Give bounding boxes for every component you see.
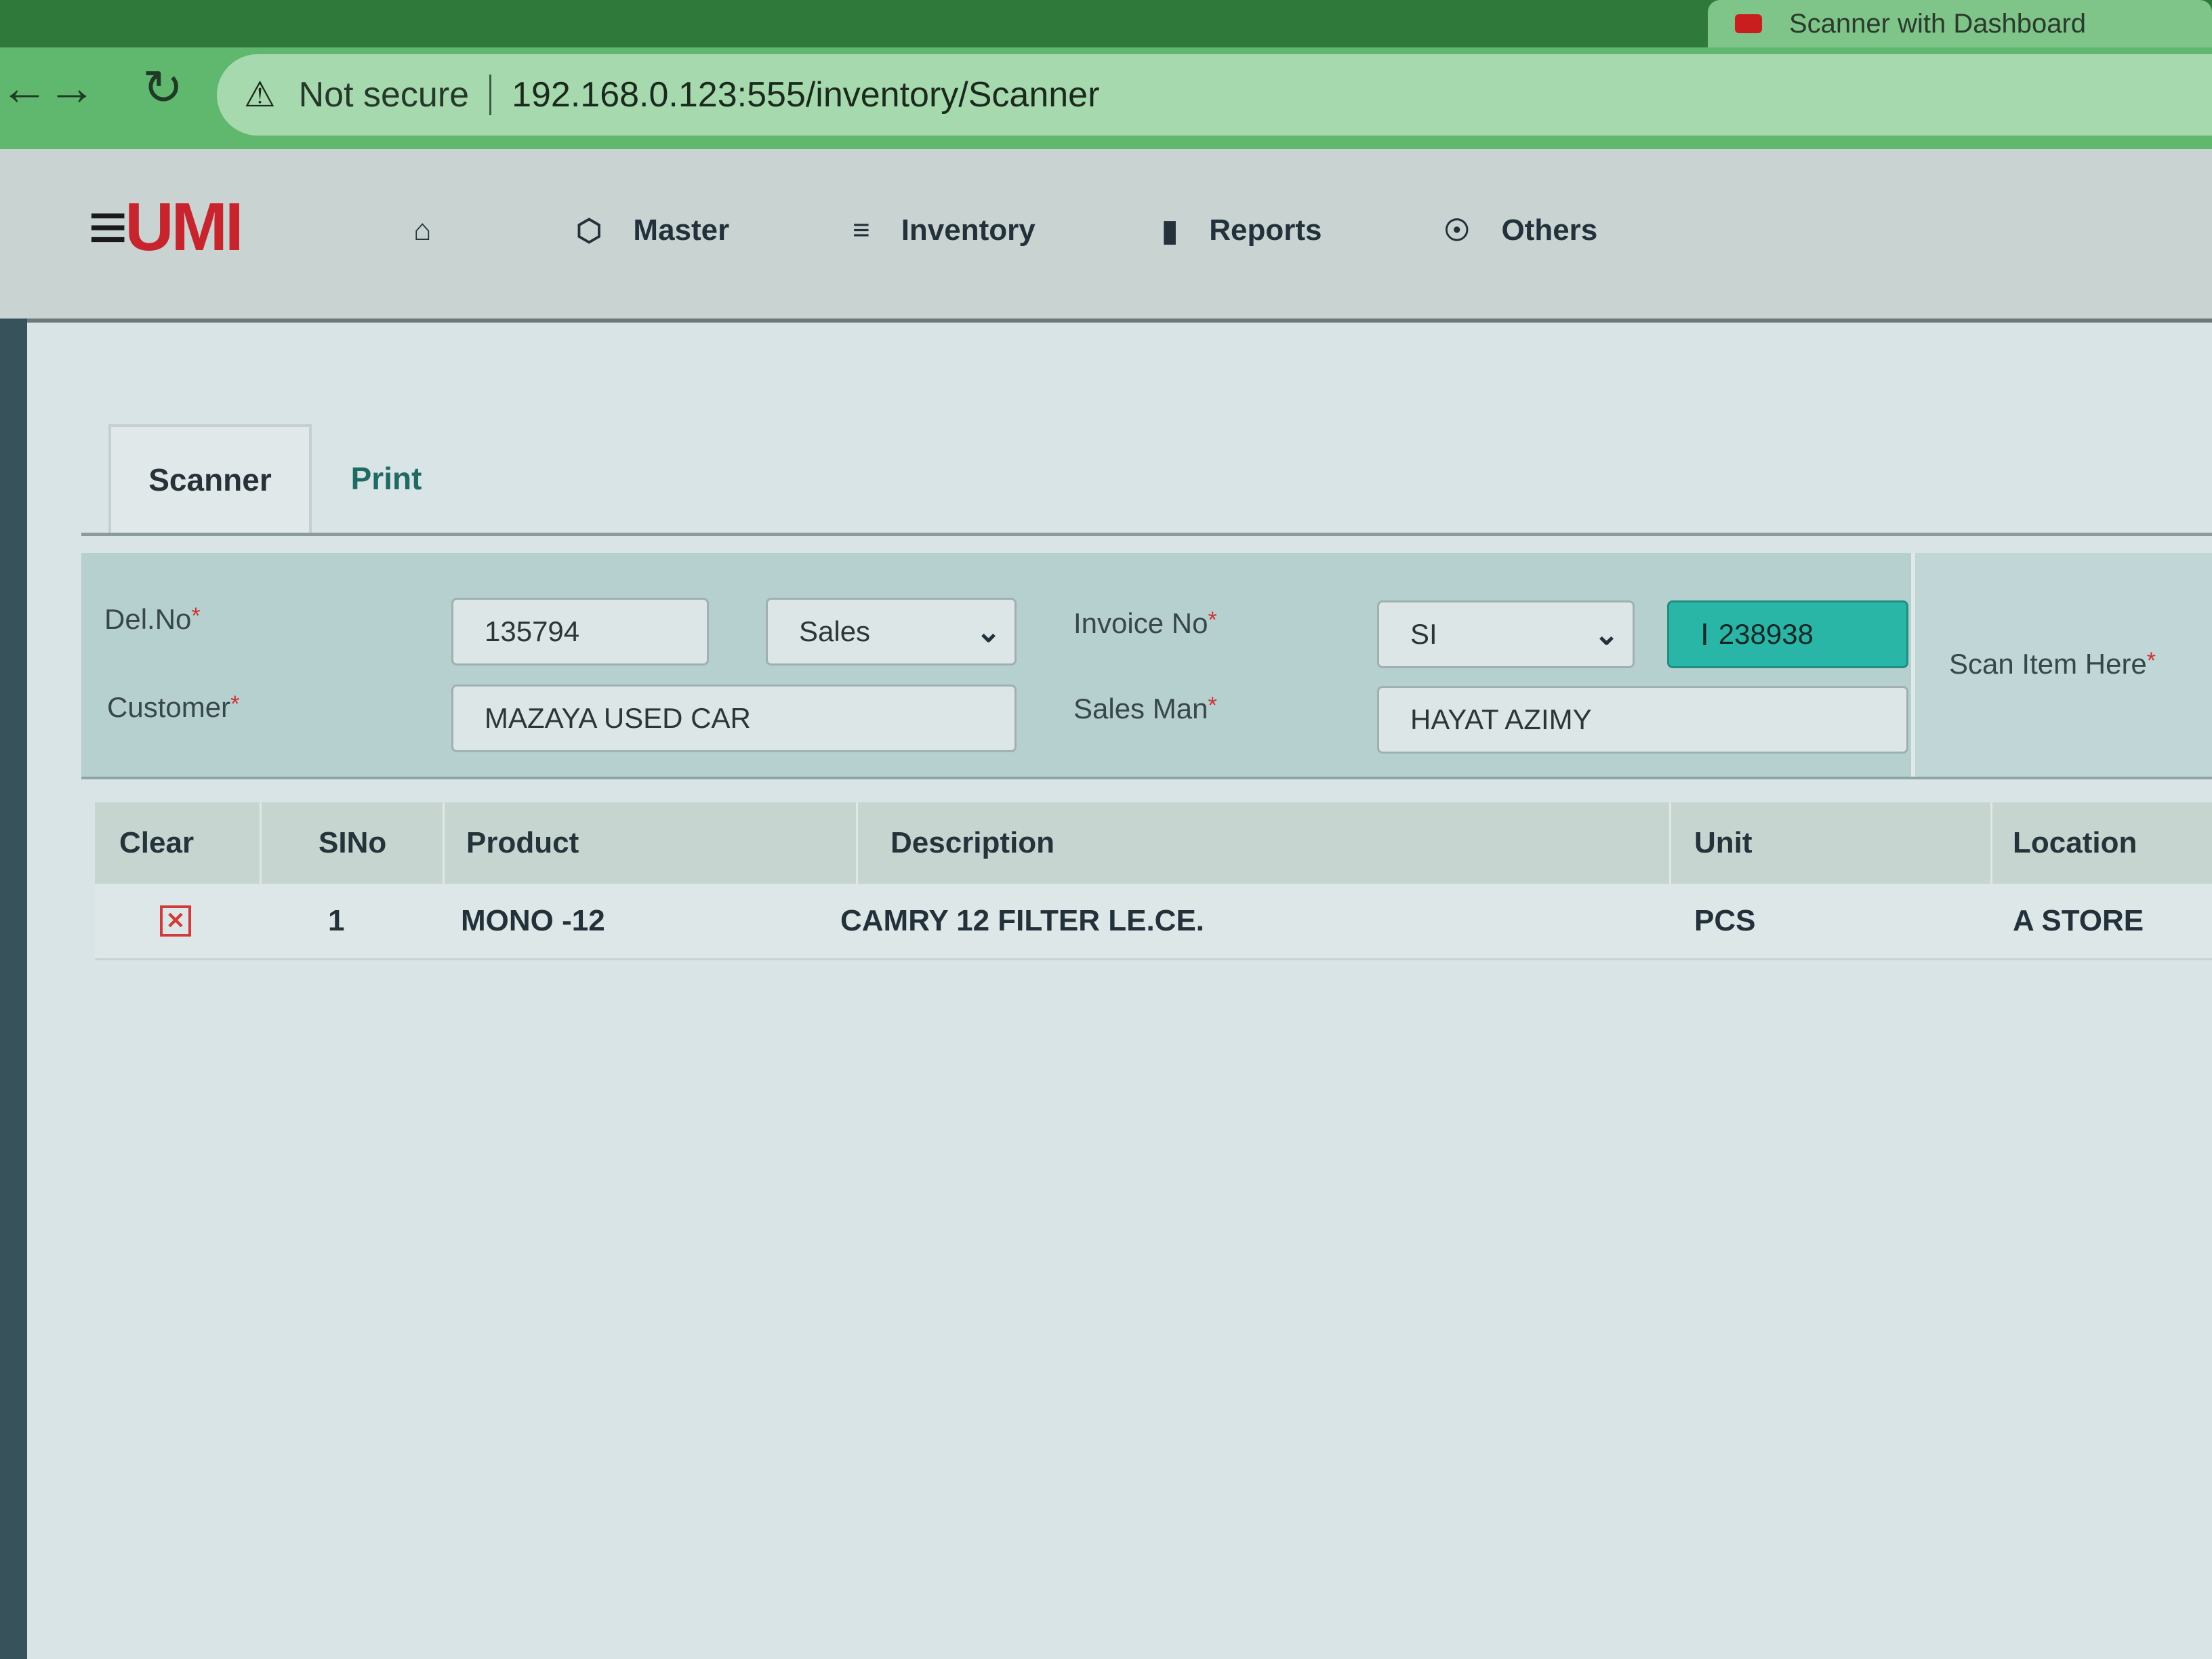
url-text[interactable]: 192.168.0.123:555/inventory/Scanner	[512, 75, 1099, 115]
col-clear[interactable]: Clear	[95, 802, 262, 884]
nav-master[interactable]: ⬡ Master	[576, 203, 729, 258]
scan-item-label: Scan Item Here*	[1949, 648, 2156, 680]
table-header: Clear SINo Product Description Unit Loca…	[95, 802, 2212, 884]
invoice-no-label: Invoice No*	[1073, 607, 1217, 639]
scan-item-panel[interactable]: Scan Item Here*	[1911, 553, 2212, 777]
col-sino[interactable]: SINo	[262, 802, 445, 884]
del-no-label: Del.No*	[104, 603, 201, 635]
nav-inventory[interactable]: ≡ Inventory	[853, 203, 1036, 258]
app-navbar: ≡UMI ⌂ ⬡ Master ≡ Inventory ▮ Reports ☉ …	[0, 149, 2212, 323]
customer-label: Customer*	[107, 691, 240, 723]
customer-field[interactable]: MAZAYA USED CAR	[451, 684, 1017, 752]
invoice-prefix-select[interactable]: SI ⌄	[1377, 600, 1635, 668]
brand-logo[interactable]: ≡UMI	[88, 190, 244, 264]
nav-others-label: Others	[1501, 213, 1598, 247]
browser-tabstrip: Scanner with Dashboard	[0, 0, 2212, 47]
sales-man-field[interactable]: HAYAT AZIMY	[1377, 686, 1908, 754]
address-divider	[489, 75, 492, 115]
sales-man-label: Sales Man*	[1073, 693, 1217, 724]
table-row[interactable]: ✕ 1 MONO -12 CAMRY 12 FILTER LE.CE. PCS …	[95, 884, 2212, 960]
nav-others[interactable]: ☉ Others	[1443, 203, 1597, 258]
main-content: Scanner Print Del.No* 135794 Sales ⌄ Inv…	[27, 323, 2212, 1659]
cell-sino: 1	[328, 904, 345, 937]
cell-product: MONO -12	[461, 904, 605, 937]
nav-reports[interactable]: ▮ Reports	[1162, 203, 1322, 258]
nav-master-label: Master	[633, 213, 730, 247]
bar-chart-icon: ▮	[1162, 213, 1179, 247]
invoice-number-input[interactable]: I 238938	[1667, 600, 1908, 668]
home-icon: ⌂	[413, 213, 432, 247]
col-unit[interactable]: Unit	[1671, 802, 1992, 884]
layers-icon: ≡	[853, 213, 870, 247]
nav-inventory-label: Inventory	[901, 213, 1036, 247]
nav-reports-label: Reports	[1209, 213, 1322, 247]
app-favicon-icon	[1735, 14, 1762, 33]
reload-icon[interactable]: ↻	[142, 61, 183, 115]
browser-tab-active[interactable]: Scanner with Dashboard	[1708, 0, 2212, 47]
browser-tab-title: Scanner with Dashboard	[1789, 8, 2087, 39]
del-no-field[interactable]: 135794	[451, 598, 709, 665]
tab-bar: Scanner Print	[81, 424, 2212, 536]
forward-arrow-icon[interactable]: →	[47, 61, 96, 115]
security-status[interactable]: Not secure	[299, 75, 469, 115]
type-select[interactable]: Sales ⌄	[766, 598, 1017, 665]
chevron-down-icon: ⌄	[1594, 617, 1619, 651]
text-cursor-icon: I	[1700, 617, 1709, 652]
col-description[interactable]: Description	[858, 802, 1671, 884]
nav-home[interactable]: ⌂	[413, 203, 463, 258]
back-arrow-icon[interactable]: ←	[0, 61, 49, 115]
cell-location: A STORE	[2013, 904, 2144, 937]
tab-print[interactable]: Print	[312, 424, 461, 533]
tab-scanner[interactable]: Scanner	[108, 424, 312, 533]
col-product[interactable]: Product	[445, 802, 858, 884]
scanner-form: Del.No* 135794 Sales ⌄ Invoice No* SI ⌄ …	[81, 553, 2212, 779]
warning-icon: ⚠	[244, 75, 276, 115]
globe-icon: ☉	[1443, 213, 1471, 247]
chevron-down-icon: ⌄	[976, 615, 1001, 649]
left-rail	[0, 319, 27, 1659]
cell-unit: PCS	[1694, 904, 1756, 937]
address-bar[interactable]: ⚠ Not secure 192.168.0.123:555/inventory…	[217, 54, 2212, 136]
cell-description: CAMRY 12 FILTER LE.CE.	[840, 904, 1205, 937]
close-icon[interactable]: ✕	[160, 905, 191, 937]
cube-icon: ⬡	[576, 213, 602, 247]
col-location[interactable]: Location	[1992, 802, 2212, 884]
clear-row-button[interactable]: ✕	[160, 884, 191, 958]
